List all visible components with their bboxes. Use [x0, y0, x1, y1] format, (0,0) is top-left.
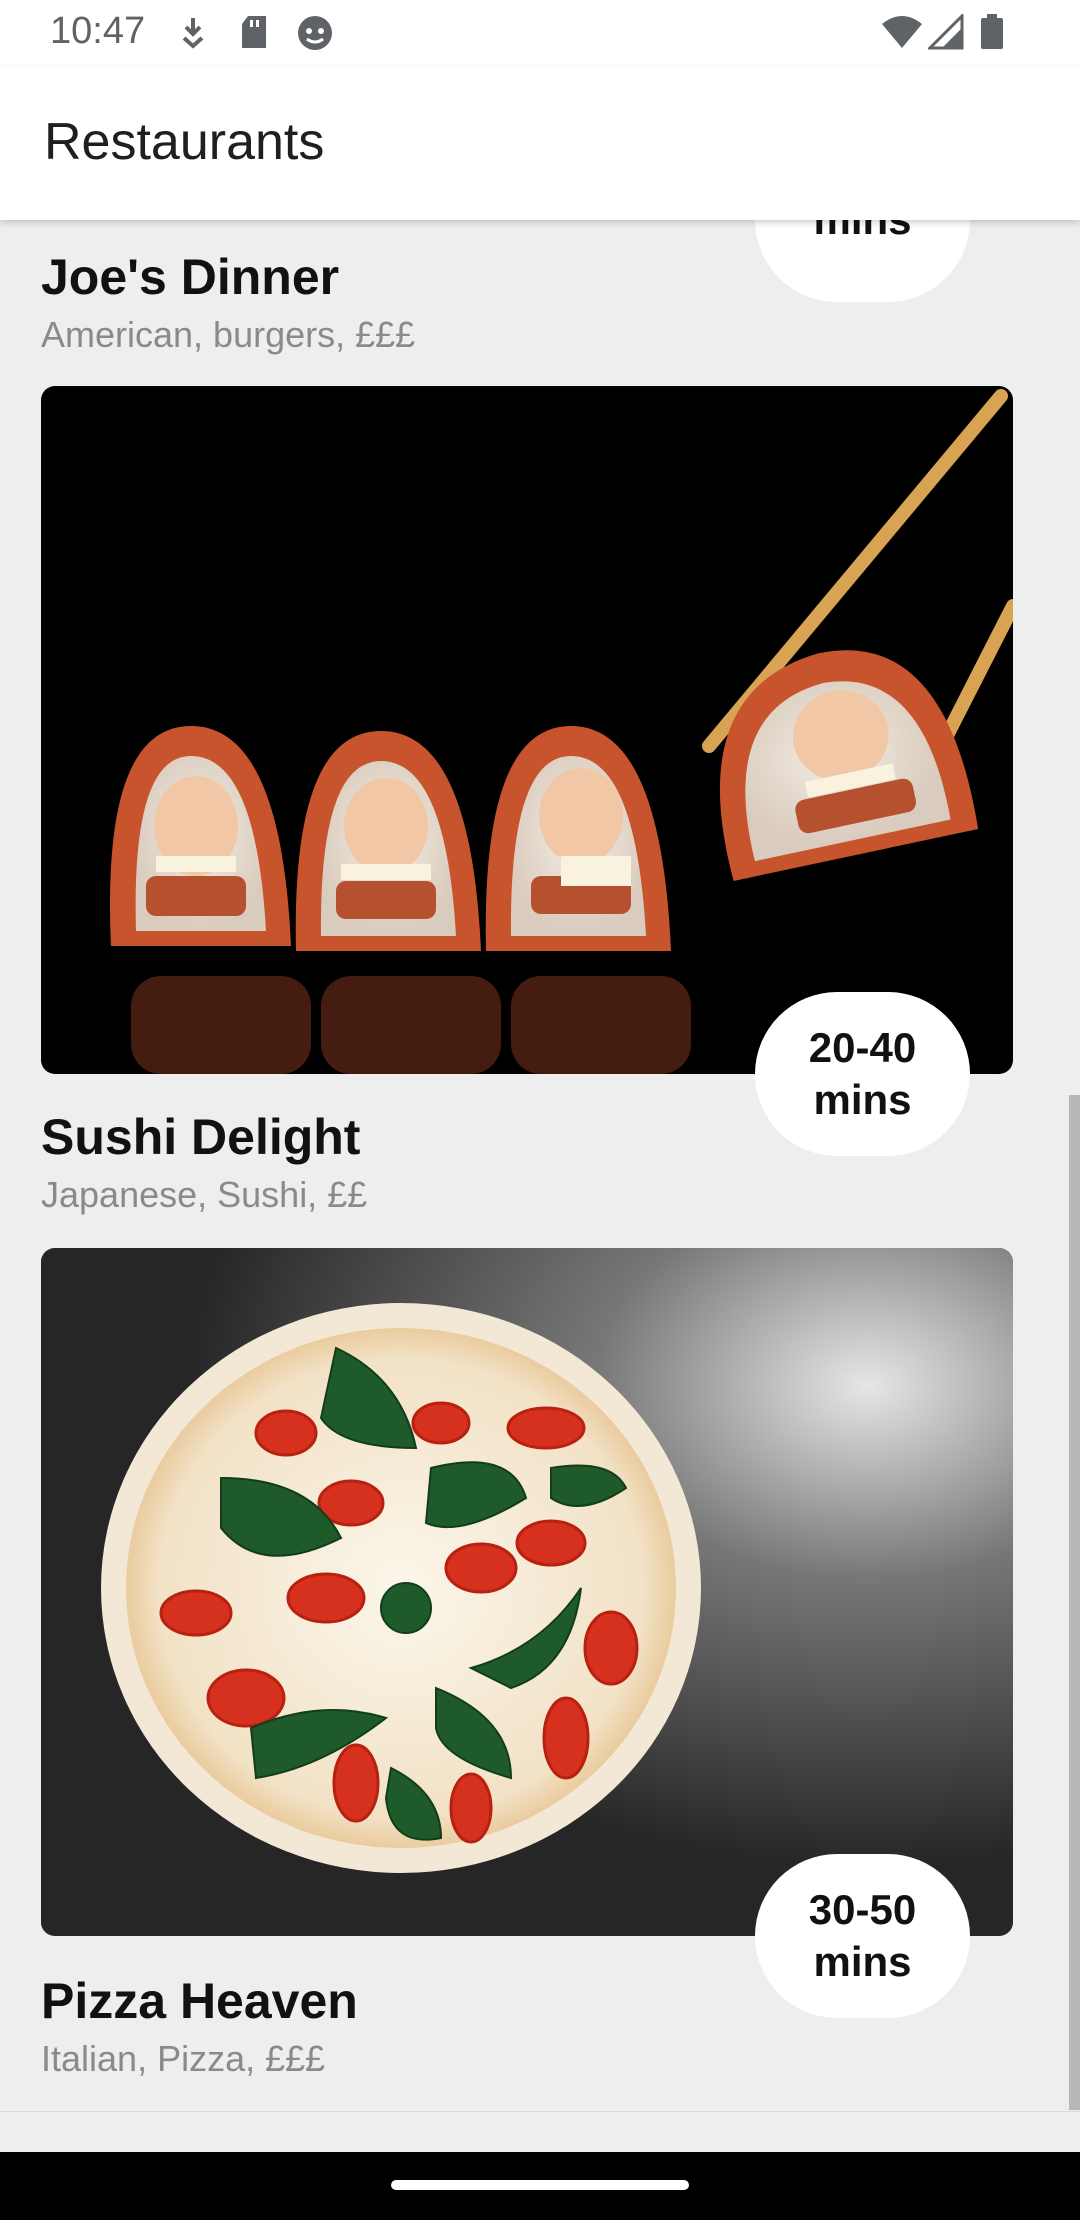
delivery-time-unit: mins	[813, 1076, 912, 1123]
restaurant-name: Pizza Heaven	[41, 1973, 358, 2029]
pizza-image	[41, 1248, 1013, 1936]
restaurant-cuisine: Japanese, Sushi, ££	[41, 1174, 368, 1215]
delivery-time-unit: mins	[813, 220, 911, 246]
scrollbar[interactable]	[1069, 1095, 1080, 2110]
restaurant-list[interactable]: mins Joe's Dinner American, burgers, £££	[0, 220, 1080, 2152]
divider	[0, 2111, 1080, 2112]
restaurant-cuisine: American, burgers, £££	[41, 314, 416, 355]
delivery-time-range: 20-40	[808, 1024, 917, 1071]
navigation-bar	[0, 2152, 1080, 2220]
restaurant-cuisine: Italian, Pizza, £££	[41, 2038, 326, 2079]
restaurant-name: Joe's Dinner	[41, 249, 340, 305]
restaurant-card-pizza-heaven[interactable]: 30-50 mins Pizza Heaven Italian, Pizza, …	[0, 1248, 1080, 2128]
restaurant-name: Sushi Delight	[41, 1109, 361, 1165]
restaurant-card-joes-dinner[interactable]: mins Joe's Dinner American, burgers, £££	[0, 220, 1080, 390]
signal-icon	[928, 14, 964, 50]
delivery-time-range: 30-50	[808, 1886, 917, 1933]
android-debug-icon	[298, 16, 332, 50]
restaurant-card-sushi-delight[interactable]: 20-40 mins Sushi Delight Japanese, Sushi…	[0, 386, 1080, 1248]
delivery-time-badge: 30-50 mins	[755, 1854, 970, 2018]
status-time: 10:47	[50, 10, 146, 52]
battery-icon	[981, 14, 1003, 49]
page-title: Restaurants	[44, 113, 325, 171]
sd-card-icon	[242, 16, 266, 48]
delivery-time-unit: mins	[813, 1938, 912, 1985]
delivery-time-badge: 20-40 mins	[755, 992, 970, 1156]
status-bar: 10:47	[0, 0, 1080, 66]
app-bar: Restaurants	[0, 66, 1080, 220]
download-icon	[182, 18, 204, 49]
wifi-icon	[882, 16, 922, 48]
delivery-time-badge: mins	[755, 220, 970, 302]
home-gesture-handle[interactable]	[391, 2180, 689, 2190]
sushi-image	[41, 386, 1013, 1074]
